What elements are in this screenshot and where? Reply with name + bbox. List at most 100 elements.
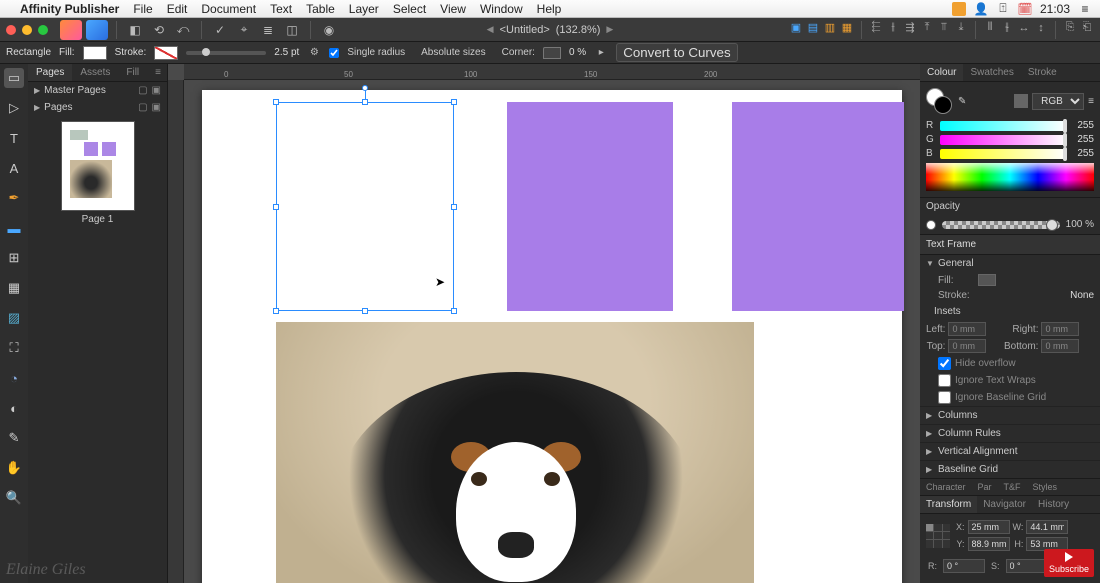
general-section[interactable]: General	[938, 258, 974, 269]
anchor-point-selector[interactable]	[926, 524, 950, 548]
distribute-h-icon[interactable]: ⫴	[983, 21, 997, 35]
publisher-persona-button[interactable]	[60, 20, 82, 40]
colour-spectrum[interactable]	[926, 163, 1094, 191]
stroke-tab[interactable]: Stroke	[1021, 64, 1064, 81]
toolbar-baseline-icon[interactable]: ≣	[258, 21, 278, 39]
vertical-alignment-section[interactable]: Vertical Alignment	[938, 446, 1018, 457]
s-input[interactable]	[1006, 559, 1048, 573]
status-calendar-icon[interactable]: 🗓	[1018, 2, 1032, 16]
align-center-v-icon[interactable]: ⫪	[937, 21, 951, 35]
stroke-settings-icon[interactable]: ⚙	[307, 46, 321, 60]
pages-tab[interactable]: Pages	[28, 64, 72, 81]
hide-overflow-checkbox[interactable]	[938, 357, 951, 370]
text-frame-panel-header[interactable]: Text Frame	[920, 235, 1100, 255]
resize-handle-bl[interactable]	[273, 308, 279, 314]
inset-top-input[interactable]	[948, 339, 986, 353]
page-thumb-single-icon[interactable]: ▢	[138, 102, 147, 113]
resize-handle-bm[interactable]	[362, 308, 368, 314]
corner-stepper-icon[interactable]: ▸	[594, 46, 608, 60]
resize-handle-mr[interactable]	[451, 204, 457, 210]
selected-rectangle[interactable]: ➤	[276, 102, 454, 311]
doc-next-icon[interactable]: ▶	[606, 24, 613, 35]
x-input[interactable]	[968, 520, 1010, 534]
frame-text-tool[interactable]: T	[4, 128, 24, 148]
vector-crop-tool[interactable]: ⛶	[4, 338, 24, 358]
move-tool[interactable]: ▭	[4, 68, 24, 88]
fill-stroke-selector[interactable]	[926, 88, 952, 114]
blue-value[interactable]: 255	[1070, 148, 1094, 159]
arrange-backward-icon[interactable]: ▤	[806, 21, 820, 35]
red-value[interactable]: 255	[1070, 120, 1094, 131]
inset-bottom-input[interactable]	[1041, 339, 1079, 353]
purple-rectangle-1[interactable]	[507, 102, 673, 311]
styles-tab[interactable]: Styles	[1027, 479, 1064, 495]
inset-left-input[interactable]	[948, 322, 986, 336]
toolbar-sync-icon[interactable]: ⟲	[149, 21, 169, 39]
pages-row[interactable]: ▶ Pages ▢▣	[28, 99, 167, 116]
canvas[interactable]: 050100150200 ➤	[168, 64, 920, 583]
blue-slider[interactable]	[940, 149, 1066, 159]
space-h-icon[interactable]: ↔	[1017, 21, 1031, 35]
placed-image[interactable]	[276, 322, 754, 583]
view-tool[interactable]: ✋	[4, 458, 24, 478]
corner-value[interactable]: 0 %	[569, 47, 586, 58]
colour-mode-select[interactable]: RGB	[1032, 93, 1084, 110]
resize-handle-tm[interactable]	[362, 99, 368, 105]
menu-help[interactable]: Help	[537, 2, 562, 16]
green-value[interactable]: 255	[1070, 134, 1094, 145]
menu-select[interactable]: Select	[393, 2, 426, 16]
colour-picker-tool[interactable]: ✎	[4, 428, 24, 448]
stroke-width-value[interactable]: 2.5 pt	[274, 47, 299, 58]
distribute-v-icon[interactable]: ⫳	[1000, 21, 1014, 35]
colour-tab[interactable]: Colour	[920, 64, 963, 81]
rectangle-tool[interactable]: ▬	[4, 218, 24, 238]
insert-inside-icon[interactable]: ⎗	[1080, 21, 1094, 35]
typography-tab[interactable]: T&F	[998, 479, 1027, 495]
column-rules-section[interactable]: Column Rules	[938, 428, 1001, 439]
maximize-button[interactable]	[38, 25, 48, 35]
space-v-icon[interactable]: ↕	[1034, 21, 1048, 35]
w-input[interactable]	[1026, 520, 1068, 534]
master-pages-row[interactable]: ▶ Master Pages ▢▣	[28, 82, 167, 99]
align-top-icon[interactable]: ⤒	[920, 21, 934, 35]
fill-tab[interactable]: Fill	[118, 64, 147, 81]
swatches-tab[interactable]: Swatches	[963, 64, 1020, 81]
red-slider[interactable]	[940, 121, 1066, 131]
arrange-forward-icon[interactable]: ▥	[823, 21, 837, 35]
align-left-icon[interactable]: ⬱	[869, 21, 883, 35]
menu-window[interactable]: Window	[480, 2, 523, 16]
colour-picker-icon[interactable]: ✎	[958, 96, 966, 107]
place-image-tool[interactable]: ▨	[4, 308, 24, 328]
history-tab[interactable]: History	[1032, 496, 1075, 513]
colour-menu-icon[interactable]: ≡	[1088, 96, 1094, 107]
table-tool[interactable]: ▦	[4, 278, 24, 298]
green-slider[interactable]	[940, 135, 1066, 145]
status-user-icon[interactable]: 👤	[974, 2, 988, 16]
menu-layer[interactable]: Layer	[349, 2, 379, 16]
fill-swatch[interactable]	[83, 46, 107, 60]
single-radius-checkbox[interactable]	[329, 48, 339, 58]
fill-tool[interactable]: ◔	[4, 368, 24, 388]
opacity-slider[interactable]	[942, 221, 1060, 229]
paragraph-tab[interactable]: Par	[972, 479, 998, 495]
menu-view[interactable]: View	[440, 2, 466, 16]
youtube-subscribe-button[interactable]: Subscribe	[1044, 549, 1094, 577]
close-button[interactable]	[6, 25, 16, 35]
opacity-value[interactable]: 100 %	[1066, 219, 1094, 230]
resize-handle-tl[interactable]	[273, 99, 279, 105]
document-page[interactable]: ➤	[202, 90, 902, 583]
app-name[interactable]: Affinity Publisher	[20, 2, 119, 16]
resize-handle-tr[interactable]	[451, 99, 457, 105]
artistic-text-tool[interactable]: A	[4, 158, 24, 178]
transparency-tool[interactable]: ◐	[4, 398, 24, 418]
rotation-handle[interactable]	[362, 85, 368, 91]
align-bottom-icon[interactable]: ⤓	[954, 21, 968, 35]
align-right-icon[interactable]: ⇶	[903, 21, 917, 35]
menu-table[interactable]: Table	[306, 2, 335, 16]
align-center-h-icon[interactable]: ⫲	[886, 21, 900, 35]
arrange-front-icon[interactable]: ▦	[840, 21, 854, 35]
designer-persona-button[interactable]	[86, 20, 108, 40]
toolbar-preflight-icon[interactable]: ✓	[210, 21, 230, 39]
inset-right-input[interactable]	[1041, 322, 1079, 336]
menubar-overflow-icon[interactable]: ≡	[1078, 2, 1092, 16]
